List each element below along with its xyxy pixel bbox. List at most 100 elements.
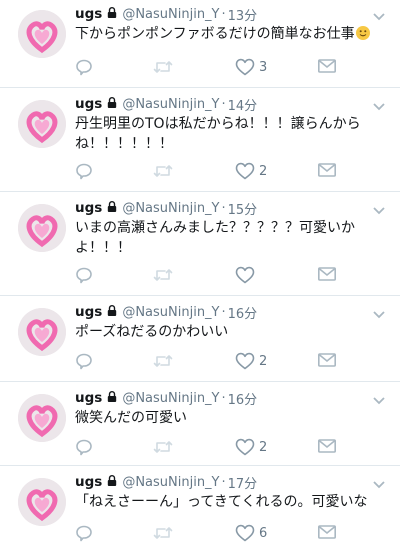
reply-button[interactable] [75, 266, 93, 284]
tweet-actions [75, 266, 345, 286]
reply-icon [76, 525, 92, 542]
tweet[interactable]: ugs @NasuNinjin_Y · 17分 「ねえさーーん」ってきてくれるの… [0, 468, 400, 548]
lock-icon [107, 200, 117, 216]
display-name[interactable]: ugs [75, 200, 102, 216]
tweet[interactable]: ugs @NasuNinjin_Y · 16分 微笑んだの可愛い 2 [0, 384, 400, 466]
like-icon [235, 162, 255, 180]
direct-message-button[interactable] [317, 58, 337, 74]
chevron-down-icon[interactable] [372, 97, 386, 111]
retweet-icon [153, 527, 173, 539]
separator: · [221, 200, 226, 216]
direct-message-button[interactable] [317, 266, 337, 282]
tweet-actions: 2 [75, 352, 345, 372]
avatar[interactable] [18, 10, 66, 58]
separator: · [221, 304, 226, 320]
tweet[interactable]: ugs @NasuNinjin_Y · 15分 いまの高瀬さんみました？？？？？… [0, 194, 400, 296]
timestamp[interactable]: 16分 [228, 303, 258, 322]
tweet-text: 下からポンポンファボるだけの簡単なお仕事 [75, 24, 380, 44]
like-icon [235, 352, 255, 370]
reply-icon [76, 163, 92, 180]
tweet-text: 丹生明里のTOは私だからね！！！譲らんからね！！！！！！ [75, 116, 361, 152]
chevron-down-icon[interactable] [372, 7, 386, 21]
like-button[interactable]: 2 [235, 438, 267, 456]
timestamp[interactable]: 14分 [228, 95, 258, 114]
lock-icon [107, 474, 117, 490]
chevron-down-icon[interactable] [372, 305, 386, 319]
dm-icon [317, 267, 336, 281]
like-button[interactable]: 3 [235, 58, 267, 76]
handle[interactable]: @NasuNinjin_Y [122, 97, 219, 112]
tweet-actions: 6 [75, 524, 345, 544]
handle[interactable]: @NasuNinjin_Y [122, 305, 219, 320]
lock-icon [107, 304, 117, 320]
tweet-header: ugs @NasuNinjin_Y · 14分 [75, 94, 257, 114]
timestamp[interactable]: 13分 [228, 5, 258, 24]
avatar[interactable] [18, 478, 66, 526]
reply-button[interactable] [75, 352, 93, 370]
like-icon [235, 266, 255, 284]
chevron-down-icon[interactable] [372, 201, 386, 215]
dm-icon [317, 59, 336, 73]
tweet[interactable]: ugs @NasuNinjin_Y · 14分 丹生明里のTOは私だからね！！！… [0, 90, 400, 192]
like-button[interactable]: 6 [235, 524, 267, 542]
like-count: 6 [259, 525, 268, 541]
tweet-text: 微笑んだの可愛い [75, 410, 187, 426]
timestamp[interactable]: 17分 [228, 473, 258, 492]
tweet-header: ugs @NasuNinjin_Y · 13分 [75, 4, 257, 24]
like-icon [235, 524, 255, 542]
tweet-actions: 3 [75, 58, 345, 78]
reply-icon [76, 267, 92, 284]
tweet-header: ugs @NasuNinjin_Y · 17分 [75, 472, 257, 492]
retweet-icon [153, 269, 173, 281]
retweet-icon [153, 165, 173, 177]
display-name[interactable]: ugs [75, 304, 102, 320]
retweet-button[interactable] [153, 266, 173, 284]
handle[interactable]: @NasuNinjin_Y [122, 201, 219, 216]
tweet-text: いまの高瀬さんみました？？？？？可愛いかよ！！！ [75, 220, 355, 256]
chevron-down-icon[interactable] [372, 391, 386, 405]
avatar[interactable] [18, 204, 66, 252]
retweet-button[interactable] [153, 524, 173, 542]
like-button[interactable]: 2 [235, 162, 267, 180]
direct-message-button[interactable] [317, 352, 337, 368]
reply-button[interactable] [75, 58, 93, 76]
timestamp[interactable]: 16分 [228, 389, 258, 408]
direct-message-button[interactable] [317, 438, 337, 454]
display-name[interactable]: ugs [75, 96, 102, 112]
retweet-button[interactable] [153, 438, 173, 456]
retweet-button[interactable] [153, 352, 173, 370]
avatar[interactable] [18, 308, 66, 356]
retweet-button[interactable] [153, 162, 173, 180]
avatar[interactable] [18, 394, 66, 442]
handle[interactable]: @NasuNinjin_Y [122, 475, 219, 490]
dm-icon [317, 353, 336, 367]
tweet[interactable]: ugs @NasuNinjin_Y · 16分 ポーズねだるのかわいい 2 [0, 298, 400, 382]
separator: · [221, 474, 226, 490]
direct-message-button[interactable] [317, 162, 337, 178]
avatar[interactable] [18, 100, 66, 148]
like-button[interactable]: 2 [235, 352, 267, 370]
direct-message-button[interactable] [317, 524, 337, 540]
separator: · [221, 6, 226, 22]
tweet-header: ugs @NasuNinjin_Y · 16分 [75, 302, 257, 322]
chevron-down-icon[interactable] [372, 475, 386, 489]
display-name[interactable]: ugs [75, 6, 102, 22]
tweet-text: 「ねえさーーん」ってきてくれるの。可愛いな [75, 494, 368, 510]
lock-icon [107, 390, 117, 406]
retweet-button[interactable] [153, 58, 173, 76]
like-count: 2 [259, 353, 268, 369]
display-name[interactable]: ugs [75, 474, 102, 490]
handle[interactable]: @NasuNinjin_Y [122, 7, 219, 22]
display-name[interactable]: ugs [75, 390, 102, 406]
timestamp[interactable]: 15分 [228, 199, 258, 218]
tweet[interactable]: ugs @NasuNinjin_Y · 13分 下からポンポンファボるだけの簡単… [0, 0, 400, 88]
like-button[interactable] [235, 266, 259, 284]
reply-icon [76, 59, 92, 76]
handle[interactable]: @NasuNinjin_Y [122, 391, 219, 406]
tweet-header: ugs @NasuNinjin_Y · 15分 [75, 198, 257, 218]
like-icon [235, 58, 255, 76]
smiling-face-emoji-icon [355, 26, 370, 40]
reply-button[interactable] [75, 438, 93, 456]
reply-button[interactable] [75, 162, 93, 180]
reply-button[interactable] [75, 524, 93, 542]
